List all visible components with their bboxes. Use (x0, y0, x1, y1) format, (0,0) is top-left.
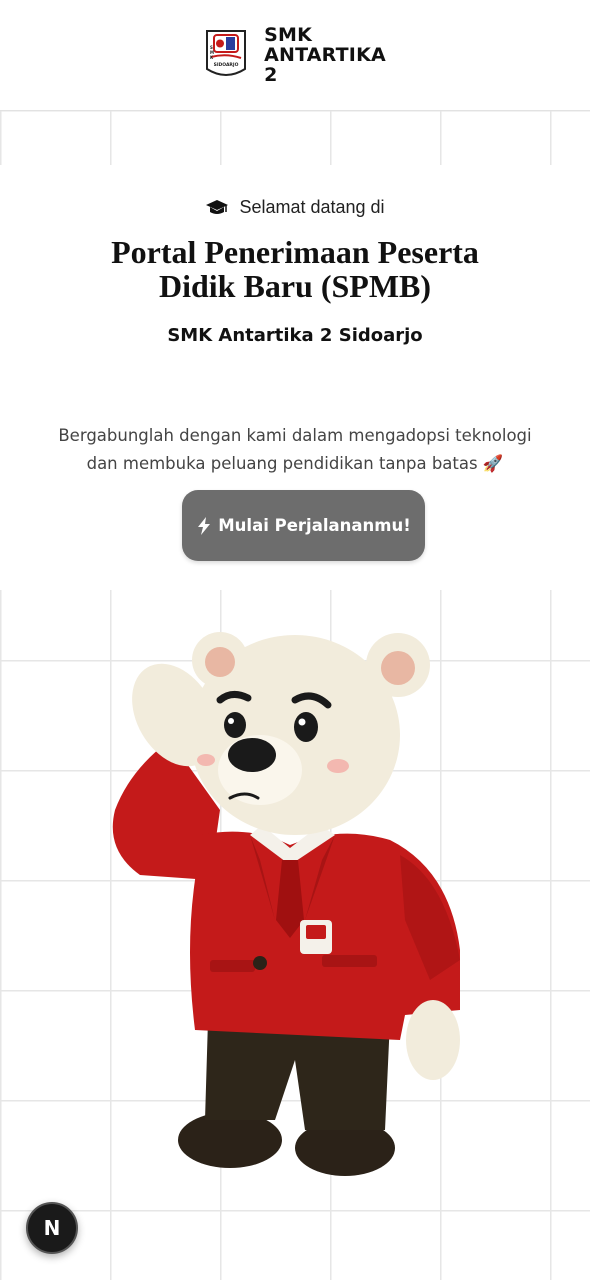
school-subtitle: SMK Antartika 2 Sidoarjo (167, 325, 423, 346)
lightning-icon (198, 516, 211, 535)
desc-line: Bergabunglah dengan kami dalam mengadops… (58, 426, 532, 445)
title-line: Portal Penerimaan Peserta (111, 234, 479, 270)
brand-name[interactable]: SMK ANTARTIKA 2 (264, 25, 386, 85)
hero-section: Selamat datang di Portal Penerimaan Pese… (0, 165, 590, 590)
nextjs-icon: N (43, 1216, 61, 1240)
logo-caption: SIDOARJO (214, 62, 239, 68)
start-journey-label: Mulai Perjalananmu! (218, 516, 411, 535)
desc-line: dan membuka peluang pendidikan tanpa bat… (86, 454, 504, 473)
graduation-cap-icon (206, 199, 229, 214)
welcome-line: Selamat datang di (0, 197, 590, 218)
school-logo[interactable]: SIDOARJO S M K (204, 29, 248, 81)
logo-shield-icon: SIDOARJO S M K (206, 30, 247, 76)
page-title: Portal Penerimaan Peserta Didik Baru (SP… (60, 235, 530, 303)
welcome-text: Selamat datang di (239, 197, 385, 217)
brand-line: 2 (264, 64, 278, 86)
start-journey-button[interactable]: Mulai Perjalananmu! (182, 490, 425, 561)
title-line: Didik Baru (SPMB) (158, 268, 432, 304)
bear-mascot-illustration (112, 632, 460, 1176)
site-header: SIDOARJO S M K SMK ANTARTIKA 2 (0, 0, 590, 111)
nextjs-dev-badge[interactable]: N (26, 1202, 78, 1254)
hero-description: Bergabunglah dengan kami dalam mengadops… (40, 422, 550, 478)
brand-line: ANTARTIKA (264, 44, 386, 66)
brand-line: SMK (264, 24, 312, 46)
